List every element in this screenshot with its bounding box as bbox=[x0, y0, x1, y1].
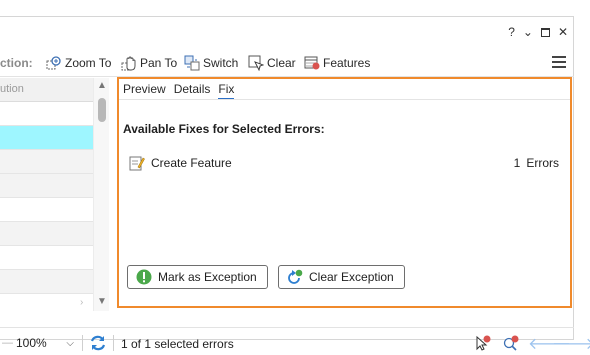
create-feature-icon bbox=[129, 156, 145, 171]
selection-label: ction: bbox=[0, 56, 33, 70]
pan-hand-icon bbox=[121, 56, 136, 71]
mark-as-exception-button[interactable]: Mark as Exception bbox=[127, 265, 268, 289]
features-label: Features bbox=[323, 56, 371, 70]
selection-status: 1 of 1 selected errors bbox=[121, 337, 234, 351]
switch-button[interactable]: Switch bbox=[184, 53, 238, 73]
tabs-divider bbox=[119, 99, 570, 100]
switch-label: Switch bbox=[203, 56, 239, 70]
table-row[interactable] bbox=[0, 102, 108, 126]
menu-icon[interactable] bbox=[552, 56, 566, 68]
table-row[interactable] bbox=[0, 294, 108, 311]
switch-icon bbox=[184, 55, 200, 71]
clear-exception-label: Clear Exception bbox=[309, 270, 394, 284]
tab-preview[interactable]: Preview bbox=[123, 82, 166, 100]
zoom-to-label: Zoom To bbox=[65, 56, 112, 70]
next-arrow-icon[interactable]: 🡒 bbox=[552, 333, 590, 354]
title-bar: ? ⌄ ✕ bbox=[0, 17, 574, 47]
close-button[interactable]: ✕ bbox=[558, 25, 568, 39]
zoom-to-icon bbox=[46, 56, 61, 70]
toolbar: ction: Zoom To Pan To Switch Clear Featu… bbox=[0, 49, 574, 77]
clear-label: Clear bbox=[267, 56, 296, 70]
fix-error-count: 1 Errors bbox=[514, 156, 559, 170]
select-error-icon[interactable] bbox=[474, 334, 492, 352]
scroll-down-icon[interactable]: ▼ bbox=[97, 296, 107, 307]
fix-panel: Preview Details Fix Available Fixes for … bbox=[117, 77, 572, 308]
error-count-value: 1 bbox=[513, 156, 521, 170]
zoom-error-icon[interactable] bbox=[502, 334, 520, 352]
table-row[interactable] bbox=[0, 222, 108, 246]
help-button[interactable]: ? bbox=[508, 25, 515, 39]
features-icon bbox=[304, 56, 320, 70]
vertical-scrollbar[interactable]: ▲ ▼ bbox=[93, 78, 109, 311]
zoom-to-button[interactable]: Zoom To bbox=[46, 53, 111, 73]
scroll-right-icon[interactable]: › bbox=[80, 297, 83, 308]
window-controls: ? ⌄ ✕ bbox=[508, 25, 568, 39]
error-count-unit: Errors bbox=[526, 156, 559, 170]
maximize-icon[interactable] bbox=[540, 27, 550, 37]
divider bbox=[82, 335, 83, 351]
list-item[interactable]: Create Feature 1 Errors bbox=[129, 155, 559, 171]
divider bbox=[113, 335, 114, 351]
refresh-icon[interactable] bbox=[89, 334, 107, 352]
exception-icon bbox=[136, 269, 152, 285]
table-row[interactable] bbox=[0, 198, 108, 222]
scroll-up-icon[interactable]: ▲ bbox=[97, 80, 107, 91]
table-row[interactable] bbox=[0, 150, 108, 174]
scroll-thumb[interactable] bbox=[98, 98, 106, 122]
table-row[interactable] bbox=[0, 246, 108, 270]
tab-details[interactable]: Details bbox=[174, 82, 211, 100]
table-row[interactable] bbox=[0, 270, 108, 294]
chevron-down-icon: ⌵ bbox=[66, 337, 74, 349]
clear-selection-icon bbox=[248, 55, 264, 71]
mark-as-exception-label: Mark as Exception bbox=[158, 270, 257, 284]
zoom-level: 100% bbox=[16, 336, 47, 350]
dropdown-button[interactable]: ⌄ bbox=[523, 25, 533, 39]
pan-to-label: Pan To bbox=[140, 56, 178, 70]
clear-exception-icon bbox=[288, 269, 303, 284]
grid-column-header[interactable]: ution bbox=[0, 78, 108, 102]
table-row[interactable] bbox=[0, 174, 108, 198]
fix-name: Create Feature bbox=[151, 156, 232, 170]
status-bar: — 100% ⌵ 1 of 1 selected errors 🡐 🡒 bbox=[0, 327, 590, 355]
available-fixes-heading: Available Fixes for Selected Errors: bbox=[123, 122, 325, 136]
pan-to-button[interactable]: Pan To bbox=[121, 53, 177, 73]
features-button[interactable]: Features bbox=[304, 53, 370, 73]
detail-tabs: Preview Details Fix bbox=[123, 82, 235, 100]
tab-fix[interactable]: Fix bbox=[218, 82, 235, 100]
clear-exception-button[interactable]: Clear Exception bbox=[278, 265, 405, 289]
zoom-select[interactable]: 100% ⌵ bbox=[12, 334, 78, 352]
table-row-selected[interactable] bbox=[0, 126, 108, 150]
clear-button[interactable]: Clear bbox=[248, 53, 296, 73]
